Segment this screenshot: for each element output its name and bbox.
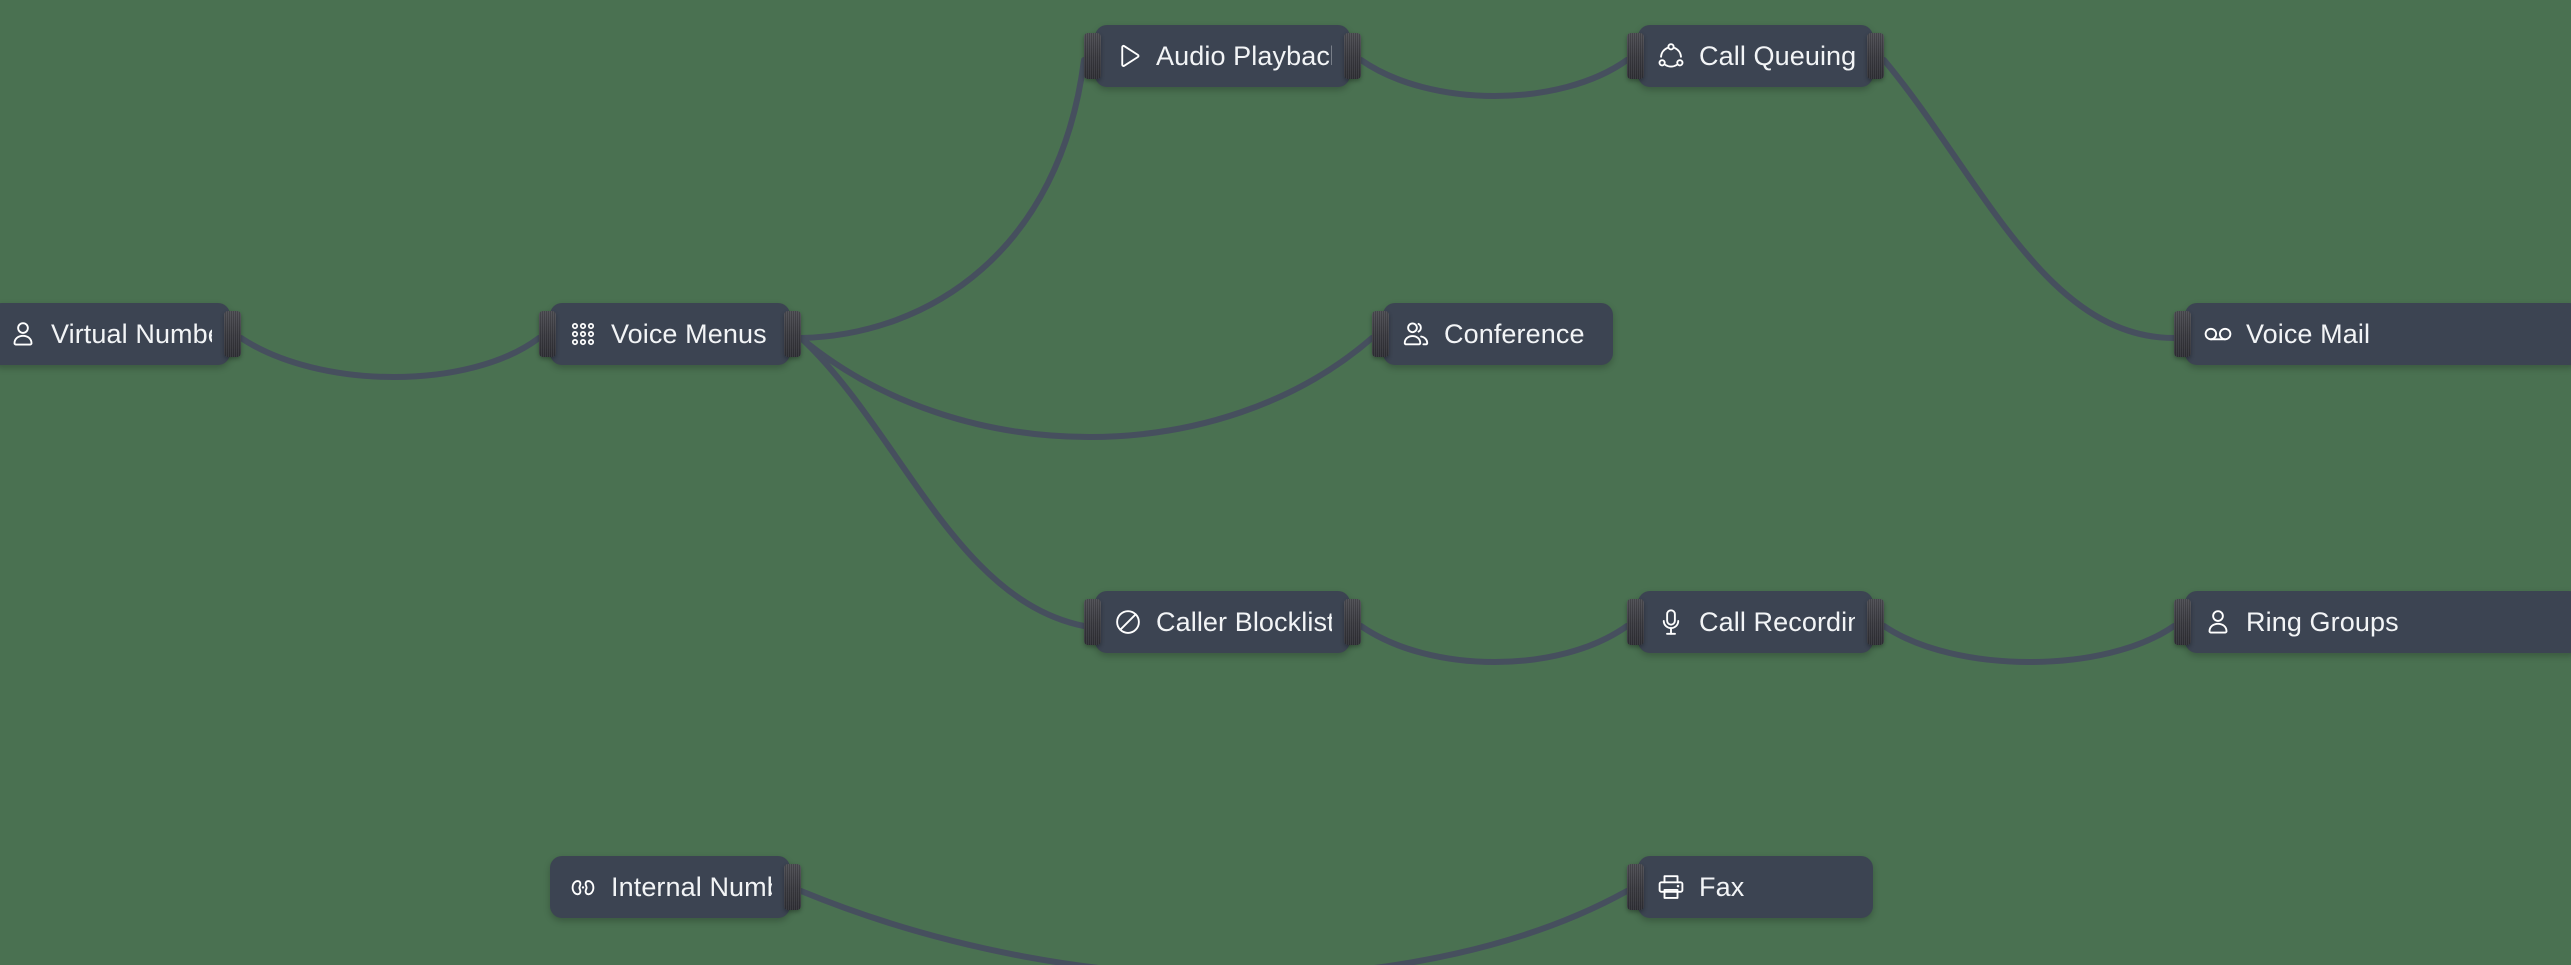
- user-icon: [2203, 607, 2233, 637]
- node-caller-blocklists[interactable]: Caller Blocklists: [1084, 591, 1361, 653]
- users-group-icon: [1401, 319, 1431, 349]
- edge-layer: [238, 57, 2177, 965]
- node-fax[interactable]: Fax: [1627, 856, 1873, 918]
- handle-left-caller-blocklists[interactable]: [1084, 599, 1101, 645]
- handle-left-voice-menus[interactable]: [539, 311, 556, 357]
- internal-call-icon: [568, 872, 598, 902]
- node-label-internal-numbers: Internal Numbers: [611, 872, 772, 902]
- call-queue-icon: [1656, 41, 1686, 71]
- handle-right-call-recording[interactable]: [1867, 599, 1884, 645]
- microphone-icon: [1656, 607, 1686, 637]
- handle-right-call-queuing[interactable]: [1867, 33, 1884, 79]
- edge-voice-menus-caller-blocklists[interactable]: [798, 335, 1087, 629]
- node-label-virtual-numbers: Virtual Numbers: [51, 319, 212, 349]
- handle-left-audio-playback[interactable]: [1084, 33, 1101, 79]
- node-call-queuing[interactable]: Call Queuing: [1627, 25, 1884, 87]
- node-label-conference: Conference: [1444, 319, 1585, 349]
- block-icon: [1113, 607, 1143, 637]
- node-internal-numbers[interactable]: Internal Numbers: [550, 856, 801, 918]
- voicemail-icon: [2203, 319, 2233, 349]
- handle-left-conference[interactable]: [1372, 311, 1389, 357]
- handle-right-virtual-numbers[interactable]: [224, 311, 241, 357]
- handle-left-voice-mail[interactable]: [2174, 311, 2191, 357]
- handle-left-call-queuing[interactable]: [1627, 33, 1644, 79]
- edge-audio-playback-call-queuing[interactable]: [1358, 57, 1630, 99]
- user-icon: [8, 319, 38, 349]
- node-audio-playback[interactable]: Audio Playback: [1084, 25, 1361, 87]
- handle-right-caller-blocklists[interactable]: [1344, 599, 1361, 645]
- node-virtual-numbers[interactable]: Virtual Numbers: [0, 303, 241, 365]
- node-label-fax: Fax: [1699, 872, 1745, 902]
- handle-right-audio-playback[interactable]: [1344, 33, 1361, 79]
- node-voice-menus[interactable]: Voice Menus: [539, 303, 801, 365]
- dialpad-icon: [568, 319, 598, 349]
- node-voice-mail[interactable]: Voice Mail: [2174, 303, 2571, 365]
- printer-icon: [1656, 872, 1686, 902]
- edge-caller-blocklists-call-recording[interactable]: [1358, 623, 1630, 665]
- handle-left-call-recording[interactable]: [1627, 599, 1644, 645]
- edge-internal-numbers-fax[interactable]: [798, 888, 1630, 965]
- edge-voice-menus-conference[interactable]: [798, 335, 1375, 440]
- node-label-ring-groups: Ring Groups: [2246, 607, 2399, 637]
- play-icon: [1113, 41, 1143, 71]
- node-label-voice-menus: Voice Menus: [611, 319, 767, 349]
- edge-voice-menus-audio-playback[interactable]: [798, 57, 1087, 341]
- flow-canvas[interactable]: Virtual Numbers Voice Menus Audio Playback…: [0, 0, 2571, 965]
- handle-left-ring-groups[interactable]: [2174, 599, 2191, 645]
- node-label-caller-blocklists: Caller Blocklists: [1156, 607, 1332, 637]
- node-ring-groups[interactable]: Ring Groups: [2174, 591, 2571, 653]
- node-label-call-recording: Call Recording: [1699, 607, 1855, 637]
- node-label-voice-mail: Voice Mail: [2246, 319, 2371, 349]
- handle-right-voice-menus[interactable]: [784, 311, 801, 357]
- handle-right-internal-numbers[interactable]: [784, 864, 801, 910]
- node-label-call-queuing: Call Queuing: [1699, 41, 1855, 71]
- node-label-audio-playback: Audio Playback: [1156, 41, 1332, 71]
- node-call-recording[interactable]: Call Recording: [1627, 591, 1884, 653]
- edge-call-queuing-voice-mail[interactable]: [1881, 57, 2177, 341]
- node-conference[interactable]: Conference: [1372, 303, 1613, 365]
- handle-left-fax[interactable]: [1627, 864, 1644, 910]
- edge-call-recording-ring-groups[interactable]: [1881, 623, 2177, 665]
- edge-virtual-numbers-voice-menus[interactable]: [238, 335, 542, 380]
